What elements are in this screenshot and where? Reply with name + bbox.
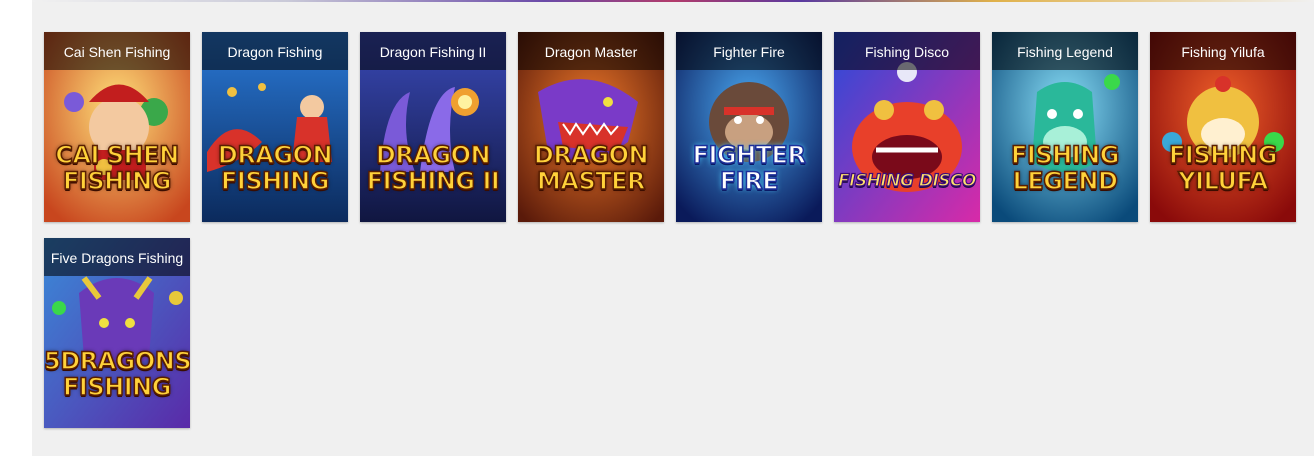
game-card-fishing-yilufa[interactable]: Fishing Yilufa FISHING YILUFA bbox=[1150, 32, 1296, 222]
game-title: Fishing Disco bbox=[834, 32, 980, 70]
game-title: Five Dragons Fishing bbox=[44, 238, 190, 276]
game-title: Fighter Fire bbox=[676, 32, 822, 70]
game-title: Fishing Yilufa bbox=[1150, 32, 1296, 70]
game-logo-text: CAI SHEN FISHING bbox=[55, 141, 180, 195]
game-title: Dragon Master bbox=[518, 32, 664, 70]
game-logo-text: DRAGON FISHING bbox=[217, 141, 333, 195]
game-logo-text: DRAGON FISHING II bbox=[366, 141, 501, 195]
game-logo-text: FIGHTER FIRE bbox=[692, 141, 807, 195]
game-list-panel: Cai Shen Fishing CAI SHEN FISHING Dragon … bbox=[32, 2, 1314, 456]
game-logo-text: DRAGON MASTER bbox=[533, 141, 649, 195]
game-card-dragon-master[interactable]: Dragon Master DRAGON MASTER bbox=[518, 32, 664, 222]
game-logo-text: FISHING YILUFA bbox=[1168, 141, 1278, 195]
game-card-fighter-fire[interactable]: Fighter Fire FIGHTER FIRE bbox=[676, 32, 822, 222]
game-title: Cai Shen Fishing bbox=[44, 32, 190, 70]
game-title: Dragon Fishing II bbox=[360, 32, 506, 70]
game-grid: Cai Shen Fishing CAI SHEN FISHING Dragon … bbox=[44, 32, 1296, 428]
game-title: Dragon Fishing bbox=[202, 32, 348, 70]
game-card-dragon-fishing-2[interactable]: Dragon Fishing II DRAGON FISHING II bbox=[360, 32, 506, 222]
game-title: Fishing Legend bbox=[992, 32, 1138, 70]
game-logo-text: FISHING DISCO bbox=[837, 170, 977, 191]
game-card-fishing-disco[interactable]: Fishing Disco FISHING DISCO bbox=[834, 32, 980, 222]
game-card-cai-shen-fishing[interactable]: Cai Shen Fishing CAI SHEN FISHING bbox=[44, 32, 190, 222]
game-logo-text: FISHING LEGEND bbox=[1010, 141, 1120, 195]
game-logo-text: 5DRAGONS FISHING bbox=[44, 347, 190, 401]
game-card-five-dragons-fishing[interactable]: Five Dragons Fishing 5DRAGONS FISHING bbox=[44, 238, 190, 428]
game-card-dragon-fishing[interactable]: Dragon Fishing DRAGON FISHING bbox=[202, 32, 348, 222]
game-card-fishing-legend[interactable]: Fishing Legend FISHING LEGEND bbox=[992, 32, 1138, 222]
